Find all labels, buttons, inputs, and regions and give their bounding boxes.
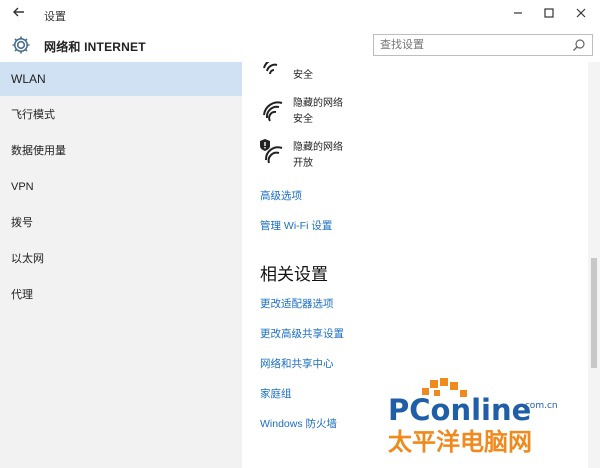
- network-ssid: 隐藏的网络: [293, 98, 343, 109]
- search-box[interactable]: [373, 34, 593, 56]
- change-adapter-options-link[interactable]: 更改适配器选项: [260, 296, 334, 311]
- pconline-watermark-logo: PConline .com.cn 太平洋电脑网: [388, 378, 588, 458]
- sidebar-item-dialup[interactable]: 拨号: [0, 206, 242, 240]
- title-bar: 设置: [0, 0, 600, 30]
- back-arrow-icon[interactable]: [12, 5, 30, 23]
- scrollbar-thumb[interactable]: [591, 258, 597, 368]
- network-item[interactable]: 隐藏的网络 开放: [260, 138, 460, 170]
- page-header: 网络和 INTERNET: [0, 30, 600, 62]
- homegroup-link[interactable]: 家庭组: [260, 386, 292, 401]
- svg-text:.com.cn: .com.cn: [522, 401, 558, 411]
- search-icon[interactable]: [572, 38, 586, 52]
- sidebar-item-ethernet[interactable]: 以太网: [0, 242, 242, 276]
- wifi-warning-icon: [260, 139, 283, 164]
- network-status: 安全: [293, 114, 313, 125]
- network-item[interactable]: 隐藏的网络 安全: [260, 94, 460, 126]
- sidebar: WLAN 飞行模式 数据使用量 VPN 拨号 以太网 代理: [0, 62, 242, 468]
- svg-text:PConline: PConline: [388, 393, 531, 427]
- wifi-icon: [263, 62, 278, 75]
- maximize-icon[interactable]: [538, 4, 560, 24]
- page-title: 网络和 INTERNET: [44, 40, 146, 54]
- sidebar-item-vpn[interactable]: VPN: [0, 170, 242, 204]
- wifi-icon: [263, 101, 283, 122]
- search-input[interactable]: [374, 35, 564, 55]
- sidebar-item-wlan[interactable]: WLAN: [0, 62, 242, 96]
- gear-icon: [10, 34, 32, 56]
- network-sharing-center-link[interactable]: 网络和共享中心: [260, 356, 334, 371]
- network-item[interactable]: 安全: [260, 62, 460, 82]
- sidebar-item-proxy[interactable]: 代理: [0, 278, 242, 312]
- windows-firewall-link[interactable]: Windows 防火墙: [260, 416, 337, 431]
- sidebar-item-airplane-mode[interactable]: 飞行模式: [0, 98, 242, 132]
- network-ssid: 隐藏的网络: [293, 142, 343, 153]
- manage-wifi-settings-link[interactable]: 管理 Wi-Fi 设置: [260, 218, 332, 233]
- advanced-options-link[interactable]: 高级选项: [260, 188, 302, 203]
- related-settings-heading: 相关设置: [260, 265, 328, 284]
- window-title: 设置: [44, 11, 66, 23]
- svg-text:太平洋电脑网: 太平洋电脑网: [388, 428, 532, 456]
- network-status: 安全: [293, 70, 313, 81]
- close-icon[interactable]: [570, 4, 592, 24]
- minimize-icon[interactable]: [507, 4, 529, 24]
- network-status: 开放: [293, 158, 313, 169]
- sidebar-item-data-usage[interactable]: 数据使用量: [0, 134, 242, 168]
- change-advanced-sharing-link[interactable]: 更改高级共享设置: [260, 326, 344, 341]
